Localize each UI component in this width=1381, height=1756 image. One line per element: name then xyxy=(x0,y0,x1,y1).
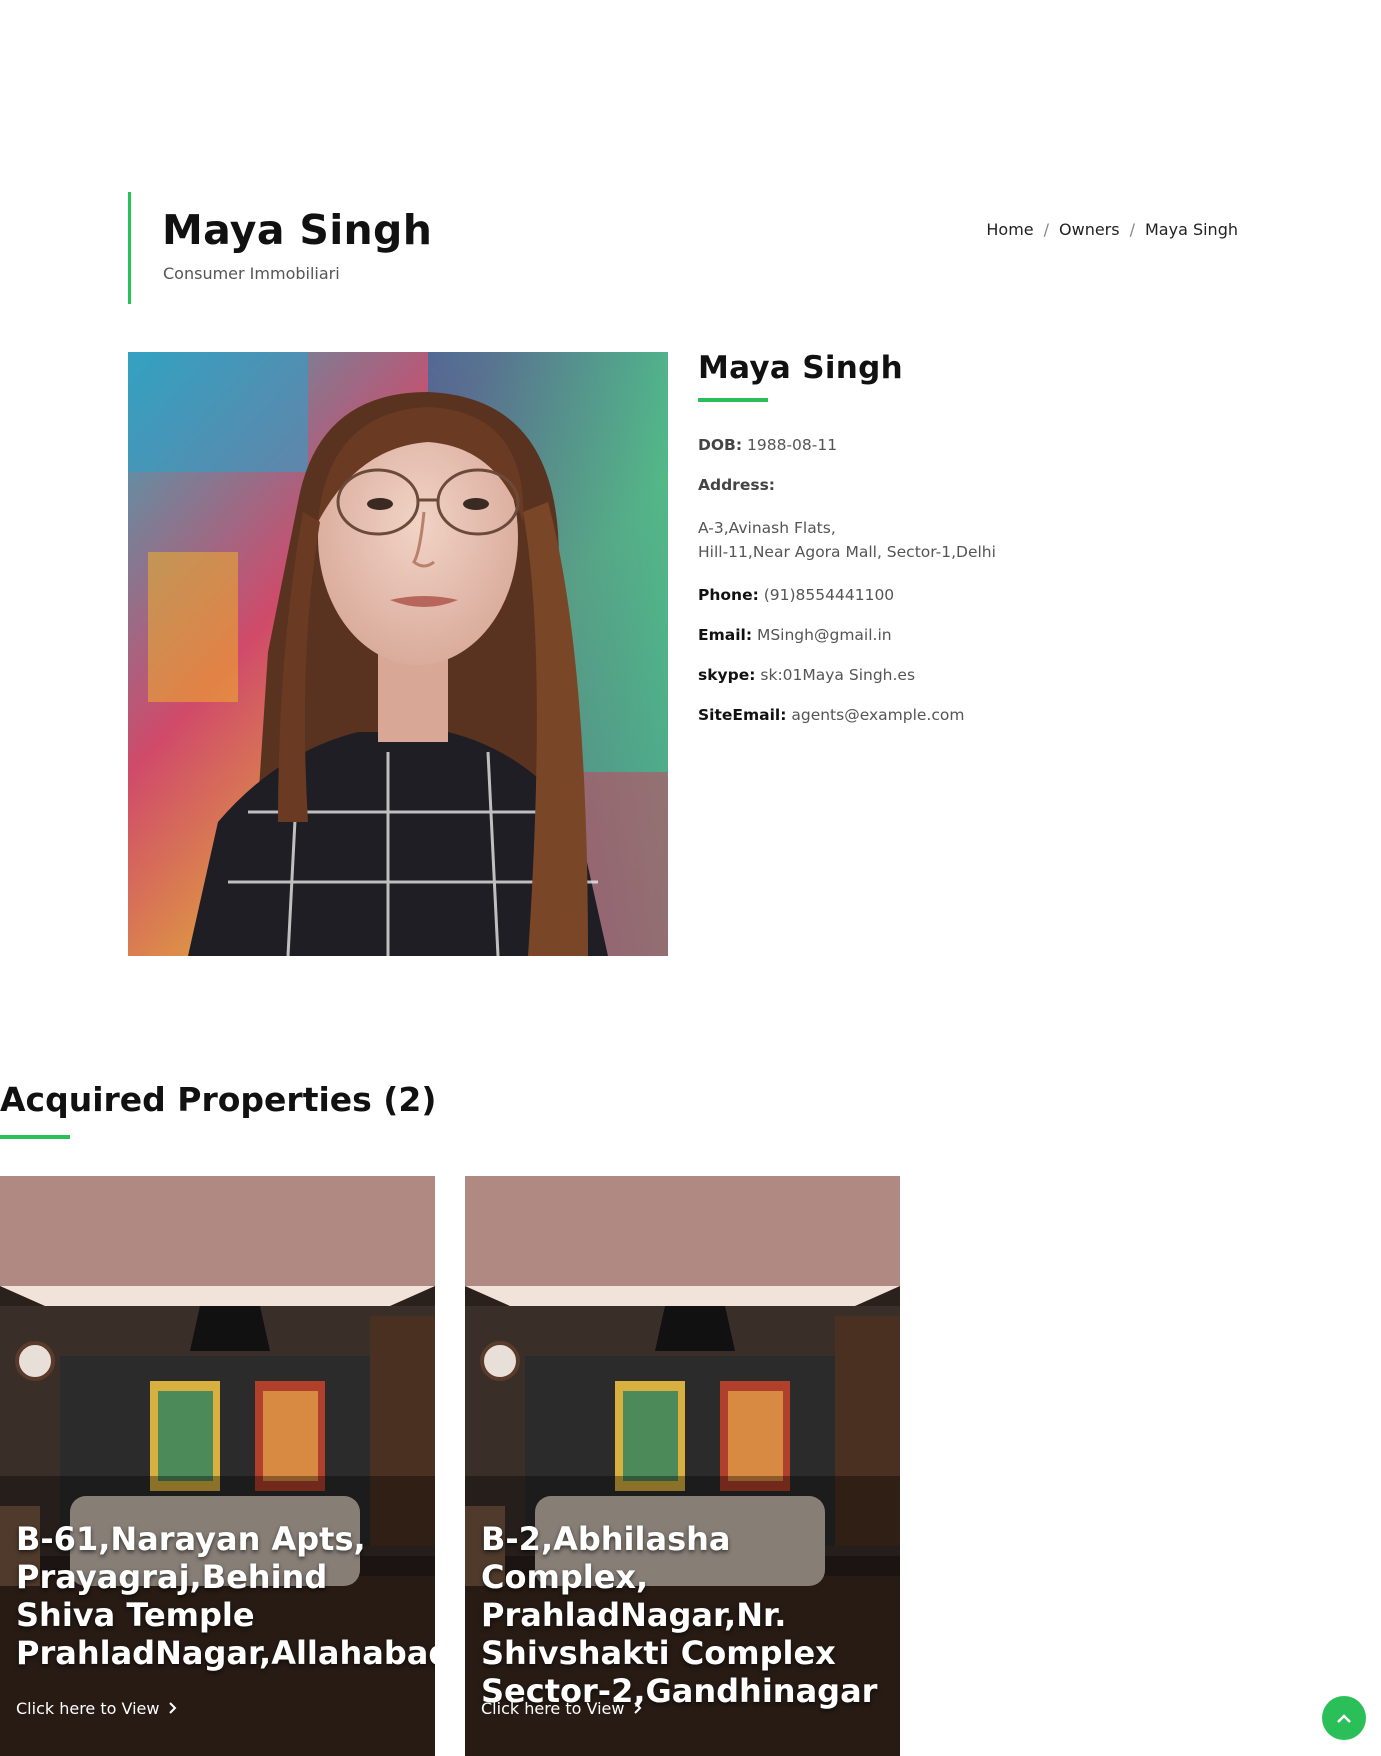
view-link-label: Click here to View xyxy=(481,1699,625,1718)
chevron-right-icon xyxy=(167,1699,177,1718)
acquired-properties-title: Acquired Properties (2) xyxy=(0,1080,437,1119)
email-label: Email: xyxy=(698,626,753,644)
phone-value: (91)8554441100 xyxy=(763,586,895,604)
page-title: Maya Singh xyxy=(162,206,433,254)
email-row: Email: MSingh@gmail.in xyxy=(698,626,1258,644)
breadcrumb-owners[interactable]: Owners xyxy=(1059,220,1120,239)
email-value: MSingh@gmail.in xyxy=(756,626,892,644)
skype-label: skype: xyxy=(698,666,756,684)
phone-row: Phone: (91)8554441100 xyxy=(698,586,1258,604)
dob-row: DOB: 1988-08-11 xyxy=(698,436,1258,454)
chevron-right-icon xyxy=(632,1699,642,1718)
page-subtitle: Consumer Immobiliari xyxy=(163,264,340,283)
page-header: Maya Singh Consumer Immobiliari Home / O… xyxy=(128,192,1238,304)
phone-label: Phone: xyxy=(698,586,759,604)
siteemail-value: agents@example.com xyxy=(791,706,965,724)
accent-bar xyxy=(128,192,131,304)
siteemail-label: SiteEmail: xyxy=(698,706,787,724)
owner-name: Maya Singh xyxy=(698,350,904,386)
breadcrumb-home[interactable]: Home xyxy=(986,220,1033,239)
breadcrumb: Home / Owners / Maya Singh xyxy=(986,220,1238,239)
acquired-underline xyxy=(0,1135,70,1139)
dob-label: DOB: xyxy=(698,436,743,454)
owner-info: Maya Singh DOB: 1988-08-11 Address: A-3,… xyxy=(698,350,1258,724)
address-value: A-3,Avinash Flats, Hill-11,Near Agora Ma… xyxy=(698,516,1258,564)
property-title: B-61,Narayan Apts, Prayagraj,Behind Shiv… xyxy=(16,1520,435,1672)
address-line-2: Hill-11,Near Agora Mall, Sector-1,Delhi xyxy=(698,543,996,561)
view-property-link[interactable]: Click here to View xyxy=(16,1699,177,1718)
address-label: Address: xyxy=(698,476,775,494)
property-card[interactable]: B-61,Narayan Apts, Prayagraj,Behind Shiv… xyxy=(0,1176,435,1756)
address-row: Address: xyxy=(698,476,1258,494)
name-underline xyxy=(698,398,768,402)
breadcrumb-separator: / xyxy=(1043,220,1050,239)
owner-photo xyxy=(128,352,668,956)
property-card[interactable]: B-2,Abhilasha Complex, PrahladNagar,Nr. … xyxy=(465,1176,900,1756)
skype-row: skype: sk:01Maya Singh.es xyxy=(698,666,1258,684)
scroll-to-top-button[interactable] xyxy=(1322,1696,1366,1740)
siteemail-row: SiteEmail: agents@example.com xyxy=(698,706,1258,724)
skype-value: sk:01Maya Singh.es xyxy=(760,666,916,684)
address-line-1: A-3,Avinash Flats, xyxy=(698,519,836,537)
breadcrumb-separator: / xyxy=(1129,220,1135,239)
dob-value: 1988-08-11 xyxy=(747,436,838,454)
chevron-up-icon xyxy=(1337,1709,1351,1728)
view-property-link[interactable]: Click here to View xyxy=(481,1699,642,1718)
property-title: B-2,Abhilasha Complex, PrahladNagar,Nr. … xyxy=(481,1520,878,1710)
view-link-label: Click here to View xyxy=(16,1699,160,1718)
breadcrumb-current: Maya Singh xyxy=(1144,220,1238,239)
